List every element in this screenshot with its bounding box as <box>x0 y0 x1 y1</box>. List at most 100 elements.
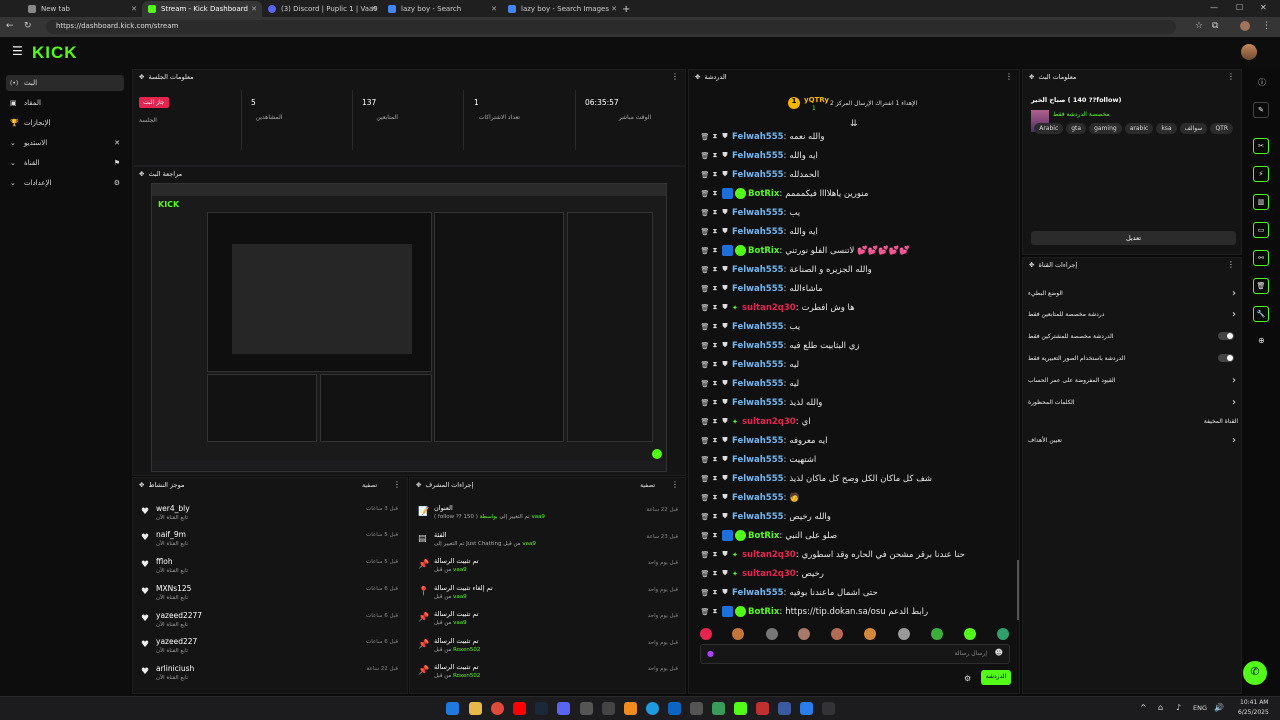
app-icon[interactable] <box>624 702 637 715</box>
chat-username[interactable]: Felwah555 <box>732 265 784 275</box>
timeout-icon[interactable]: ⧗ <box>710 607 720 616</box>
option-slow-mode[interactable]: الوضع البطيء › <box>1028 286 1238 300</box>
tag[interactable]: gaming <box>1089 123 1122 134</box>
language-indicator[interactable]: ENG <box>1193 704 1207 712</box>
timeout-icon[interactable]: ⧗ <box>710 398 720 407</box>
edit-tool-icon[interactable]: ✎ <box>1253 102 1269 118</box>
add-tool-icon[interactable]: ⊕ <box>1258 336 1265 345</box>
mod-action-user[interactable]: vaa9 <box>453 620 467 626</box>
app-icon[interactable] <box>668 702 681 715</box>
emote-icon[interactable] <box>864 628 876 640</box>
new-tab-button[interactable]: + <box>622 1 636 17</box>
network-icon[interactable]: ⌂ <box>1158 703 1163 712</box>
bookmark-icon[interactable]: ☆ <box>1195 21 1203 31</box>
maximize-icon[interactable]: ☐ <box>1236 3 1243 12</box>
timeout-icon[interactable]: ⧗ <box>710 246 720 255</box>
timeout-icon[interactable]: ⧗ <box>710 569 720 578</box>
delete-message-icon[interactable]: 🗑 <box>700 323 710 331</box>
tag[interactable]: arabic <box>1124 123 1154 134</box>
delete-message-icon[interactable]: 🗑 <box>700 551 710 559</box>
sidebar-item-studio[interactable]: ⌄ الاستديو ✕ <box>6 135 124 151</box>
chat-username[interactable]: Felwah555 <box>732 322 784 332</box>
more-options-icon[interactable]: ⋮ <box>1005 72 1013 81</box>
timeout-icon[interactable]: ⧗ <box>710 265 720 274</box>
chrome-icon[interactable] <box>491 702 504 715</box>
delete-message-icon[interactable]: 🗑 <box>700 399 710 407</box>
kick-logo[interactable]: KICK <box>32 43 78 63</box>
chat-username[interactable]: Felwah555 <box>732 227 784 237</box>
timeout-icon[interactable]: ⧗ <box>710 550 720 559</box>
drag-handle-icon[interactable]: ✥ <box>139 170 144 178</box>
chat-scrollbar[interactable] <box>1017 560 1019 620</box>
delete-message-icon[interactable]: 🗑 <box>700 304 710 312</box>
chat-tool-icon[interactable]: ▭ <box>1253 222 1269 238</box>
activity-username[interactable]: yazeed227 <box>156 637 197 646</box>
delete-message-icon[interactable]: 🗑 <box>700 228 710 236</box>
activity-username[interactable]: wer4_bly <box>156 504 190 513</box>
mod-action-user[interactable]: Roxen502 <box>453 673 480 679</box>
timeout-icon[interactable]: ⧗ <box>710 227 720 236</box>
option-account-age[interactable]: القيود المفروضة على عمر الحساب › <box>1028 373 1238 387</box>
mod-action-user[interactable]: Roxen502 <box>453 647 480 653</box>
chat-input[interactable]: ● إرسال رسالة ☻ <box>700 644 1010 664</box>
app-icon[interactable] <box>580 702 593 715</box>
emote-icon[interactable] <box>997 628 1009 640</box>
clip-tool-icon[interactable]: ✂ <box>1253 138 1269 154</box>
timeout-icon[interactable]: ⧗ <box>710 512 720 521</box>
emote-icon[interactable] <box>766 628 778 640</box>
top-gifter-name[interactable]: yQTRy <box>804 96 829 104</box>
tag[interactable]: ksa <box>1156 123 1177 134</box>
timeout-icon[interactable]: ⧗ <box>710 284 720 293</box>
mod-action-user[interactable]: vaa9 <box>453 594 467 600</box>
emote-icon[interactable] <box>898 628 910 640</box>
emote-picker-icon[interactable]: ● <box>707 649 714 658</box>
emote-icon[interactable] <box>931 628 943 640</box>
timeout-icon[interactable]: ⧗ <box>710 341 720 350</box>
raid-tool-icon[interactable]: ⚡ <box>1253 166 1269 182</box>
activity-username[interactable]: MXNs125 <box>156 584 191 593</box>
info-icon[interactable]: ⓘ <box>1258 77 1266 88</box>
mic-icon[interactable]: ♪ <box>1176 703 1181 712</box>
close-icon[interactable]: ✕ <box>371 5 377 13</box>
tag[interactable]: QTR <box>1210 123 1233 134</box>
emote-icon[interactable] <box>732 628 744 640</box>
delete-tool-icon[interactable]: 🗑 <box>1253 278 1269 294</box>
app-icon[interactable] <box>712 702 725 715</box>
chat-username[interactable]: Felwah555 <box>732 474 784 484</box>
timeout-icon[interactable]: ⧗ <box>710 417 720 426</box>
more-options-icon[interactable]: ⋮ <box>393 480 401 489</box>
url-field[interactable]: https://dashboard.kick.com/stream <box>46 20 1176 34</box>
delete-message-icon[interactable]: 🗑 <box>700 152 710 160</box>
delete-message-icon[interactable]: 🗑 <box>700 190 710 198</box>
discord-icon[interactable] <box>557 702 570 715</box>
tag[interactable]: gta <box>1066 123 1087 134</box>
timeout-icon[interactable]: ⧗ <box>710 474 720 483</box>
volume-icon[interactable]: 🔊 <box>1214 703 1224 712</box>
app-icon[interactable] <box>602 702 615 715</box>
delete-message-icon[interactable]: 🗑 <box>700 133 710 141</box>
chat-username[interactable]: Felwah555 <box>732 436 784 446</box>
edit-stream-button[interactable]: تعديل <box>1031 231 1236 245</box>
timeout-icon[interactable]: ⧗ <box>710 531 720 540</box>
chat-username[interactable]: sultan2q30 <box>742 417 796 427</box>
emote-icon[interactable] <box>700 628 712 640</box>
timeout-icon[interactable]: ⧗ <box>710 436 720 445</box>
drag-handle-icon[interactable]: ✥ <box>139 73 144 81</box>
delete-message-icon[interactable]: 🗑 <box>700 380 710 388</box>
timeout-icon[interactable]: ⧗ <box>710 493 720 502</box>
filter-button[interactable]: تصفية <box>362 482 377 489</box>
more-options-icon[interactable]: ⋮ <box>1227 72 1235 81</box>
clock-date[interactable]: 6/25/2025 <box>1238 709 1269 716</box>
sidebar-item-channel[interactable]: ⌄ القناة ⚑ <box>6 155 124 171</box>
link-tool-icon[interactable]: ⚯ <box>1253 250 1269 266</box>
activity-username[interactable]: arliniciush <box>156 664 194 673</box>
tab-search-images[interactable]: lazy boy - Search Images ✕ <box>502 1 622 17</box>
reload-icon[interactable]: ↻ <box>24 21 32 31</box>
timeout-icon[interactable]: ⧗ <box>710 132 720 141</box>
app-icon[interactable] <box>778 702 791 715</box>
sidebar-item-videos[interactable]: ▣ المقاد <box>6 95 124 111</box>
mod-action-user[interactable]: vaa9 <box>453 567 467 573</box>
extensions-icon[interactable]: ⧉ <box>1212 21 1218 31</box>
timeout-icon[interactable]: ⧗ <box>710 588 720 597</box>
chat-username[interactable]: BotRix <box>748 189 779 199</box>
